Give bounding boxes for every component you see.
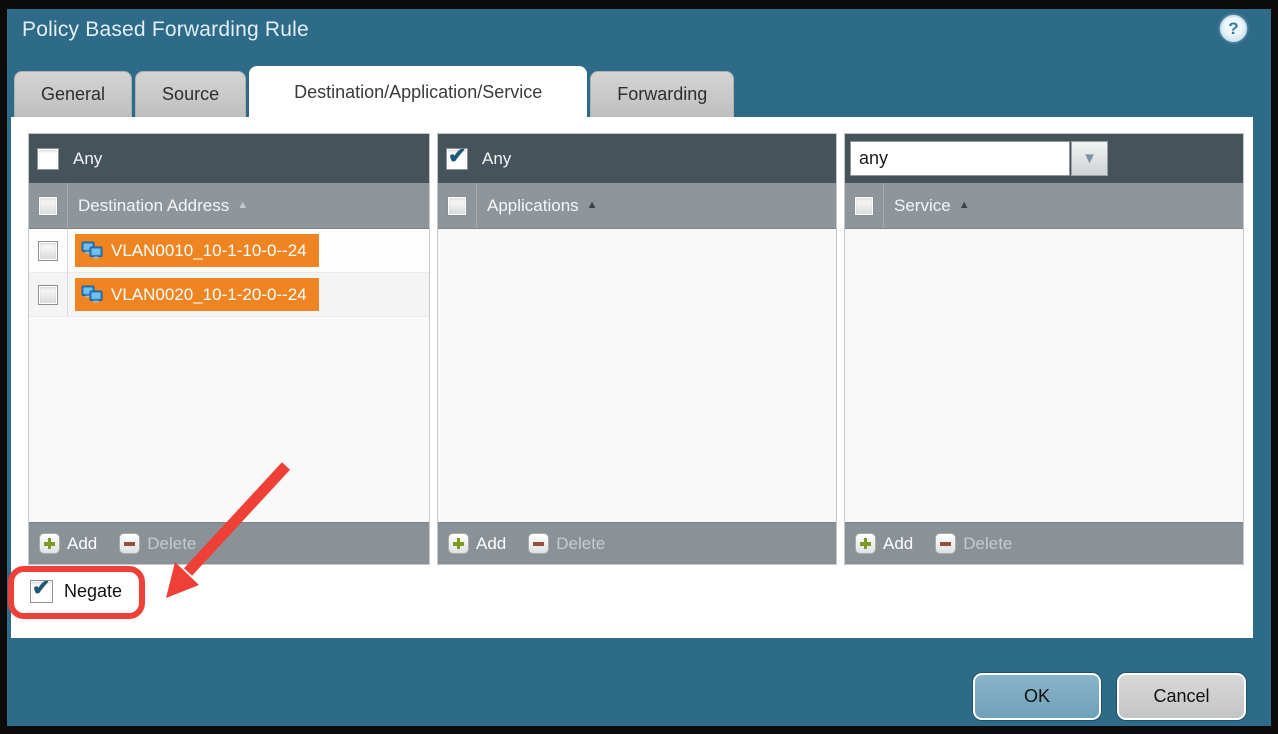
row-checkbox[interactable] xyxy=(38,241,58,261)
destination-footer-bar: Add Delete xyxy=(29,522,429,564)
service-column-header: Service ▲ xyxy=(845,183,1243,229)
service-panel: any ▼ Service ▲ xyxy=(844,133,1244,565)
negate-label: Negate xyxy=(64,581,122,602)
service-dropdown-button[interactable]: ▼ xyxy=(1071,141,1108,176)
sort-asc-icon[interactable]: ▲ xyxy=(587,200,598,211)
destination-column-header: Destination Address ▲ xyxy=(29,183,429,229)
tab-bar: General Source Destination/Application/S… xyxy=(14,66,734,117)
applications-footer-bar: Add Delete xyxy=(438,522,836,564)
applications-any-checkbox[interactable] xyxy=(446,148,468,170)
destination-column-title[interactable]: Destination Address xyxy=(78,196,229,216)
sort-asc-icon[interactable]: ▲ xyxy=(959,200,970,211)
network-icon xyxy=(81,241,104,261)
cancel-button[interactable]: Cancel xyxy=(1117,673,1246,720)
add-plus-icon xyxy=(448,533,469,554)
destination-address-list: VLAN0010_10-1-10-0--24 xyxy=(29,229,429,522)
destination-select-all-checkbox[interactable] xyxy=(38,196,58,216)
destination-delete-button[interactable]: Delete xyxy=(119,533,196,554)
destination-any-label: Any xyxy=(73,149,102,169)
applications-any-label: Any xyxy=(482,149,511,169)
service-delete-button[interactable]: Delete xyxy=(935,533,1012,554)
applications-add-button[interactable]: Add xyxy=(448,533,506,554)
address-object-vlan0010[interactable]: VLAN0010_10-1-10-0--24 xyxy=(75,234,319,267)
table-row: VLAN0020_10-1-20-0--24 xyxy=(29,273,429,317)
sort-asc-icon[interactable]: ▲ xyxy=(237,200,248,211)
address-object-vlan0020[interactable]: VLAN0020_10-1-20-0--24 xyxy=(75,278,319,311)
delete-minus-icon xyxy=(528,533,549,554)
applications-any-bar: Any xyxy=(438,134,836,183)
destination-any-bar: Any xyxy=(29,134,429,183)
chevron-down-icon: ▼ xyxy=(1082,151,1097,166)
service-footer-bar: Add Delete xyxy=(845,522,1243,564)
add-plus-icon xyxy=(39,533,60,554)
applications-column-header: Applications ▲ xyxy=(438,183,836,229)
destination-add-button[interactable]: Add xyxy=(39,533,97,554)
tab-general[interactable]: General xyxy=(14,71,132,117)
service-select-all-checkbox[interactable] xyxy=(854,196,874,216)
service-column-title[interactable]: Service xyxy=(894,196,951,216)
negate-checkbox[interactable] xyxy=(30,580,53,603)
tab-forwarding[interactable]: Forwarding xyxy=(590,71,734,117)
destination-address-panel: Any Destination Address ▲ xyxy=(28,133,430,565)
service-dropdown-value[interactable]: any xyxy=(850,141,1070,176)
address-object-label: VLAN0010_10-1-10-0--24 xyxy=(111,241,307,261)
add-plus-icon xyxy=(855,533,876,554)
help-icon[interactable]: ? xyxy=(1220,15,1247,42)
service-any-bar: any ▼ xyxy=(845,134,1243,183)
applications-column-title[interactable]: Applications xyxy=(487,196,579,216)
row-checkbox[interactable] xyxy=(38,285,58,305)
applications-list xyxy=(438,229,836,522)
network-icon xyxy=(81,285,104,305)
ok-button[interactable]: OK xyxy=(973,673,1101,720)
panels-container: Any Destination Address ▲ xyxy=(28,133,1244,565)
applications-select-all-checkbox[interactable] xyxy=(447,196,467,216)
destination-any-checkbox[interactable] xyxy=(37,148,59,170)
pbf-rule-dialog: Policy Based Forwarding Rule ? General S… xyxy=(7,9,1271,726)
tab-destination-application-service[interactable]: Destination/Application/Service xyxy=(249,66,587,117)
service-add-button[interactable]: Add xyxy=(855,533,913,554)
service-list xyxy=(845,229,1243,522)
tab-content: Any Destination Address ▲ xyxy=(11,117,1253,638)
dialog-title: Policy Based Forwarding Rule xyxy=(22,18,309,42)
table-row: VLAN0010_10-1-10-0--24 xyxy=(29,229,429,273)
service-type-dropdown: any ▼ xyxy=(850,141,1108,176)
delete-minus-icon xyxy=(935,533,956,554)
address-object-label: VLAN0020_10-1-20-0--24 xyxy=(111,285,307,305)
negate-option: Negate xyxy=(30,580,122,603)
delete-minus-icon xyxy=(119,533,140,554)
applications-delete-button[interactable]: Delete xyxy=(528,533,605,554)
tab-source[interactable]: Source xyxy=(135,71,246,117)
applications-panel: Any Applications ▲ Add xyxy=(437,133,837,565)
dialog-titlebar: Policy Based Forwarding Rule ? xyxy=(7,9,1271,66)
